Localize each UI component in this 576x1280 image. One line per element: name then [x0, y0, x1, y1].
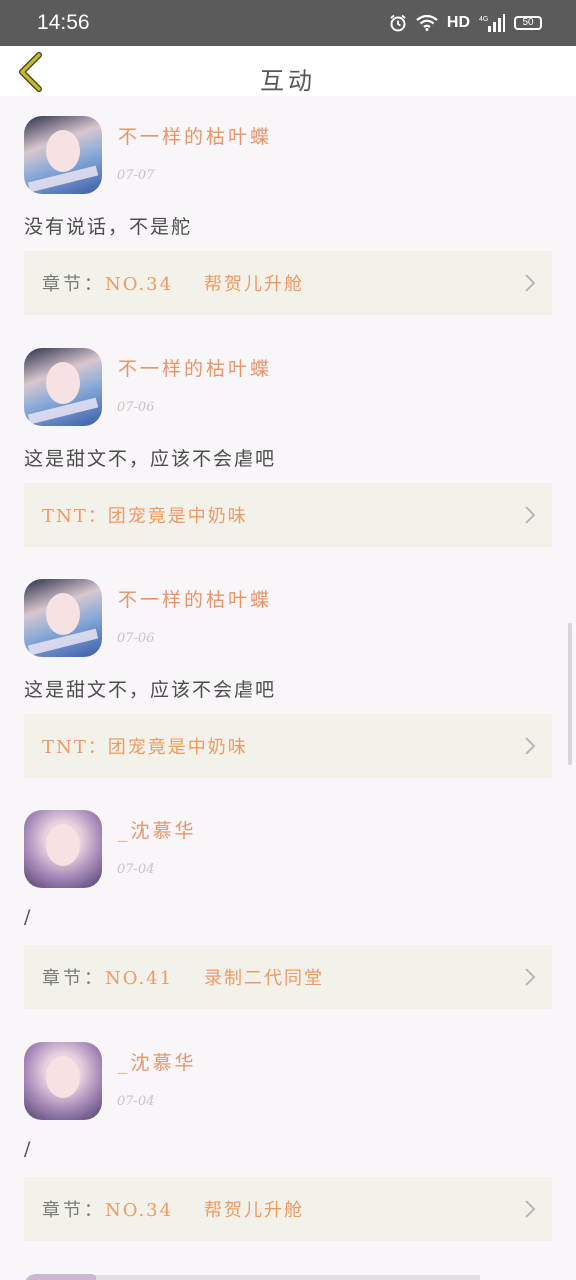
chevron-right-icon	[525, 737, 536, 755]
feed-item: 不一样的枯叶蝶 07-06 这是甜文不，应该不会虐吧 TNT：团宠竟是中奶味	[0, 559, 576, 791]
chapter-link-card[interactable]: 章节： NO.34 帮贺儿升舱	[24, 1177, 552, 1241]
avatar[interactable]	[24, 116, 102, 194]
page-title: 互动	[260, 67, 316, 95]
comment-text: /	[24, 906, 33, 928]
username[interactable]: 不一样的枯叶蝶	[118, 585, 272, 612]
chapter-link-card[interactable]: TNT：团宠竟是中奶味	[24, 714, 552, 778]
chapter-prefix: 章节：	[42, 968, 105, 989]
comment-text: 没有说话，不是舵	[24, 216, 193, 238]
battery-icon: 50	[514, 16, 542, 30]
post-date: 07-04	[117, 862, 155, 877]
feed-item: _沈慕华 07-04 / 章节： NO.41 录制二代同堂	[0, 790, 576, 1022]
chapter-title: NO.34 帮贺儿升舱	[105, 274, 304, 295]
signal-icon: 4G	[479, 14, 505, 32]
chevron-right-icon	[525, 506, 536, 524]
feed-item: 不一样的枯叶蝶 07-07 没有说话，不是舵 章节： NO.34 帮贺儿升舱	[0, 96, 576, 328]
chapter-title: TNT：团宠竟是中奶味	[42, 506, 248, 527]
avatar[interactable]	[24, 1042, 102, 1120]
chapter-prefix: 章节：	[42, 274, 105, 295]
chapter-prefix: 章节：	[42, 1200, 105, 1221]
next-item-avatar-peek	[24, 1274, 102, 1280]
interaction-feed[interactable]: 不一样的枯叶蝶 07-07 没有说话，不是舵 章节： NO.34 帮贺儿升舱 不…	[0, 96, 576, 1280]
comment-text: 这是甜文不，应该不会虐吧	[24, 679, 277, 701]
feed-item: 不一样的枯叶蝶 07-06 这是甜文不，应该不会虐吧 TNT：团宠竟是中奶味	[0, 328, 576, 560]
post-date: 07-07	[117, 168, 155, 183]
chapter-link-card[interactable]: 章节： NO.34 帮贺儿升舱	[24, 251, 552, 315]
post-date: 07-06	[117, 400, 155, 415]
chevron-right-icon	[525, 274, 536, 292]
status-bar: 14:56 HD 4G 50	[0, 0, 576, 46]
username[interactable]: _沈慕华	[118, 1048, 197, 1075]
svg-text:4G: 4G	[479, 16, 488, 23]
username[interactable]: _沈慕华	[118, 816, 197, 843]
chapter-title: NO.34 帮贺儿升舱	[105, 1200, 304, 1221]
comment-text: 这是甜文不，应该不会虐吧	[24, 448, 277, 470]
post-date: 07-06	[117, 631, 155, 646]
avatar-face	[46, 130, 80, 172]
avatar-face	[46, 362, 80, 404]
post-date: 07-04	[117, 1094, 155, 1109]
avatar-face	[46, 1056, 80, 1098]
header: 互动	[0, 46, 576, 96]
network-label: HD	[446, 14, 470, 31]
chapter-link-card[interactable]: 章节： NO.41 录制二代同堂	[24, 945, 552, 1009]
chapter-title: TNT：团宠竟是中奶味	[42, 737, 248, 758]
status-icons: HD 4G 50	[389, 14, 542, 32]
comment-text: /	[24, 1138, 33, 1160]
avatar[interactable]	[24, 810, 102, 888]
username[interactable]: 不一样的枯叶蝶	[118, 122, 272, 149]
avatar-face	[46, 824, 80, 866]
chapter-link-card[interactable]: TNT：团宠竟是中奶味	[24, 483, 552, 547]
chevron-right-icon	[525, 1200, 536, 1218]
username[interactable]: 不一样的枯叶蝶	[118, 354, 272, 381]
feed-item: _沈慕华 07-04 / 章节： NO.34 帮贺儿升舱	[0, 1022, 576, 1254]
alarm-icon	[390, 14, 406, 32]
avatar[interactable]	[24, 348, 102, 426]
avatar-face	[46, 593, 80, 635]
avatar[interactable]	[24, 579, 102, 657]
next-item-peek	[96, 1275, 480, 1280]
chevron-right-icon	[525, 968, 536, 986]
chapter-title: NO.41 录制二代同堂	[105, 968, 324, 989]
wifi-icon	[416, 15, 438, 31]
status-time: 14:56	[37, 11, 90, 34]
scrollbar-thumb[interactable]	[568, 623, 572, 765]
